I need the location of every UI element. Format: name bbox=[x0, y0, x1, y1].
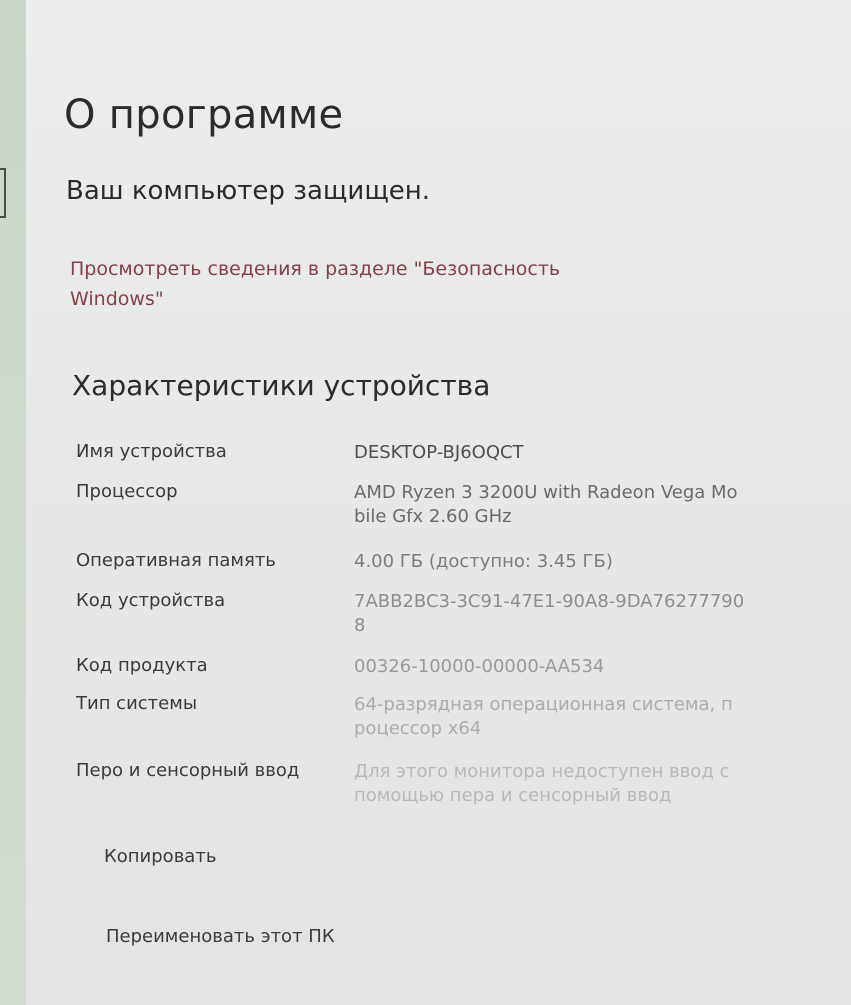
spec-value: 00326-10000-00000-AA534 bbox=[354, 656, 605, 677]
device-specs-heading: Характеристики устройства bbox=[72, 369, 491, 402]
windows-security-link[interactable]: Просмотреть сведения в разделе "Безопасн… bbox=[70, 254, 590, 314]
protection-status-text: Ваш компьютер защищен. bbox=[66, 176, 431, 206]
rename-pc-button[interactable]: Переименовать этот ПК bbox=[106, 926, 335, 947]
spec-value: Для этого монитора недоступен ввод с пом… bbox=[354, 761, 730, 806]
page-title: О программе bbox=[64, 92, 344, 138]
spec-value: 64-разрядная операционная система, проце… bbox=[354, 694, 733, 739]
spec-label: Тип системы bbox=[76, 693, 198, 714]
spec-value: DESKTOP-BJ6OQCT bbox=[354, 442, 524, 463]
spec-value: 4.00 ГБ (доступно: 3.45 ГБ) bbox=[354, 551, 613, 572]
spec-label: Код продукта bbox=[76, 655, 208, 676]
spec-value: AMD Ryzen 3 3200U with Radeon Vega Mobil… bbox=[354, 482, 738, 527]
spec-label: Оперативная память bbox=[76, 550, 276, 571]
nav-selection-indicator bbox=[0, 168, 6, 218]
spec-label: Процессор bbox=[76, 481, 178, 502]
spec-label: Перо и сенсорный ввод bbox=[76, 760, 300, 781]
copy-button[interactable]: Копировать bbox=[104, 846, 216, 867]
window-left-edge bbox=[0, 0, 26, 1005]
spec-label: Имя устройства bbox=[76, 441, 227, 462]
spec-value: 7ABB2BC3-3C91-47E1-90A8-9DA76277790 8 bbox=[354, 591, 745, 636]
spec-label: Код устройства bbox=[76, 590, 226, 611]
